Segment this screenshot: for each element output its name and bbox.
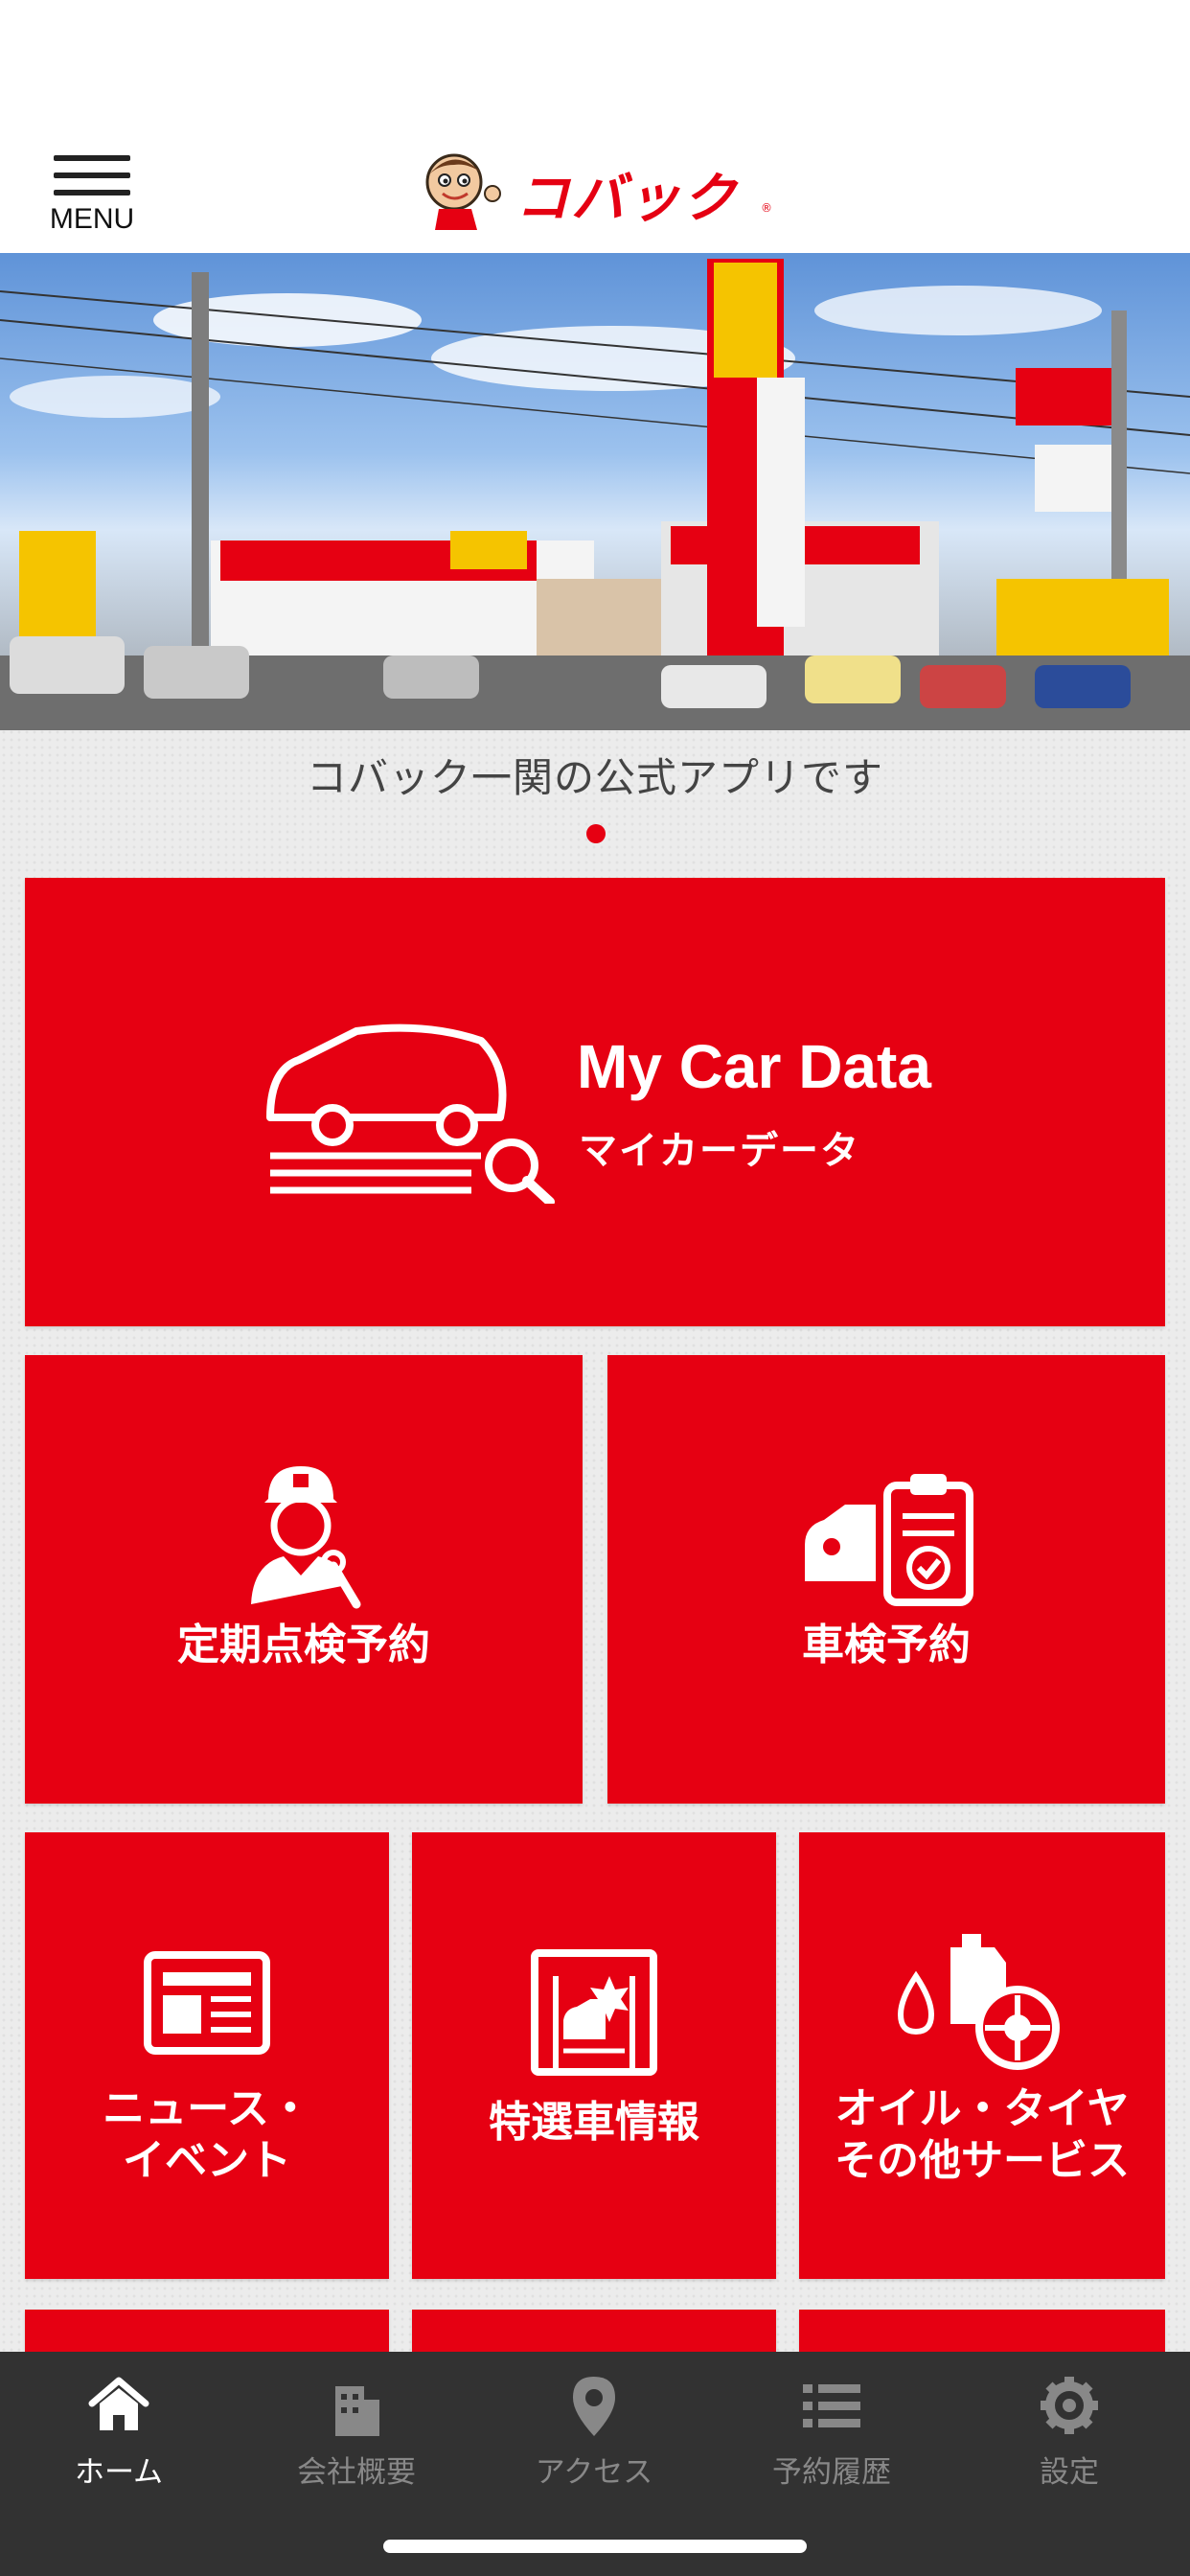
menu-icon bbox=[54, 155, 130, 161]
newspaper-icon bbox=[144, 1951, 270, 2055]
tab-access[interactable]: アクセス bbox=[475, 2352, 713, 2496]
news-events-tile[interactable]: ニュース・ イベント bbox=[25, 1832, 389, 2279]
car-search-icon bbox=[266, 1024, 555, 1204]
hero-banner-image[interactable] bbox=[0, 253, 1190, 730]
app-tagline: コバック一関の公式アプリです bbox=[306, 754, 883, 801]
menu-label: MENU bbox=[49, 203, 135, 235]
tab-home-label: ホーム bbox=[74, 2455, 164, 2490]
featured-cars-label: 特選車情報 bbox=[489, 2098, 699, 2147]
mechanic-icon bbox=[251, 1466, 361, 1609]
tab-settings-label: 設定 bbox=[1040, 2455, 1099, 2490]
my-car-data-subtitle: マイカーデータ bbox=[579, 1129, 860, 1173]
my-car-data-title: My Car Data bbox=[577, 1032, 931, 1101]
periodic-inspection-tile[interactable]: 定期点検予約 bbox=[25, 1355, 583, 1804]
tab-company[interactable]: 会社概要 bbox=[238, 2352, 475, 2496]
tab-reservation-history-label: 予約履歴 bbox=[772, 2455, 891, 2490]
periodic-inspection-label: 定期点検予約 bbox=[177, 1621, 430, 1669]
tab-access-label: アクセス bbox=[535, 2455, 653, 2490]
tab-settings[interactable]: 設定 bbox=[950, 2352, 1188, 2496]
menu-icon-bar bbox=[54, 190, 130, 196]
shaken-reservation-tile[interactable]: 車検予約 bbox=[607, 1355, 1165, 1804]
oil-tire-icon bbox=[897, 1934, 1060, 2070]
mascot-icon bbox=[425, 153, 501, 230]
shaken-reservation-label: 車検予約 bbox=[802, 1621, 971, 1669]
oil-tire-services-label: オイル・タイヤ その他サービス bbox=[835, 2084, 1130, 2185]
bottom-tab-bar: ホーム 会社概要 アクセス 予約履歴 設定 bbox=[0, 2352, 1190, 2576]
map-pin-icon bbox=[573, 2377, 615, 2436]
my-car-data-tile[interactable]: My Car Data マイカーデータ bbox=[25, 878, 1165, 1326]
app-header: MENU コバック ® bbox=[0, 0, 1190, 253]
menu-icon-bar bbox=[54, 172, 130, 178]
tab-company-label: 会社概要 bbox=[297, 2455, 416, 2490]
featured-cars-tile[interactable]: 特選車情報 bbox=[412, 1832, 776, 2279]
car-clipboard-icon bbox=[805, 1474, 973, 1606]
menu-button[interactable]: MENU bbox=[46, 151, 138, 238]
list-icon bbox=[803, 2384, 860, 2427]
tab-home[interactable]: ホーム bbox=[0, 2352, 238, 2496]
featured-car-icon bbox=[531, 1949, 657, 2076]
tab-reservation-history[interactable]: 予約履歴 bbox=[713, 2352, 950, 2496]
store-photo bbox=[0, 259, 1190, 730]
building-icon bbox=[335, 2386, 379, 2436]
logo-text: コバック bbox=[515, 168, 738, 230]
oil-tire-services-tile[interactable]: オイル・タイヤ その他サービス bbox=[799, 1832, 1165, 2279]
registered-mark-icon: ® bbox=[761, 201, 772, 215]
gear-icon bbox=[1041, 2377, 1098, 2434]
home-indicator bbox=[383, 2540, 807, 2553]
page-indicator-dot bbox=[586, 824, 606, 843]
kobac-logo: コバック ® bbox=[412, 146, 780, 232]
home-icon bbox=[88, 2377, 149, 2430]
news-events-label: ニュース・ イベント bbox=[103, 2084, 311, 2185]
